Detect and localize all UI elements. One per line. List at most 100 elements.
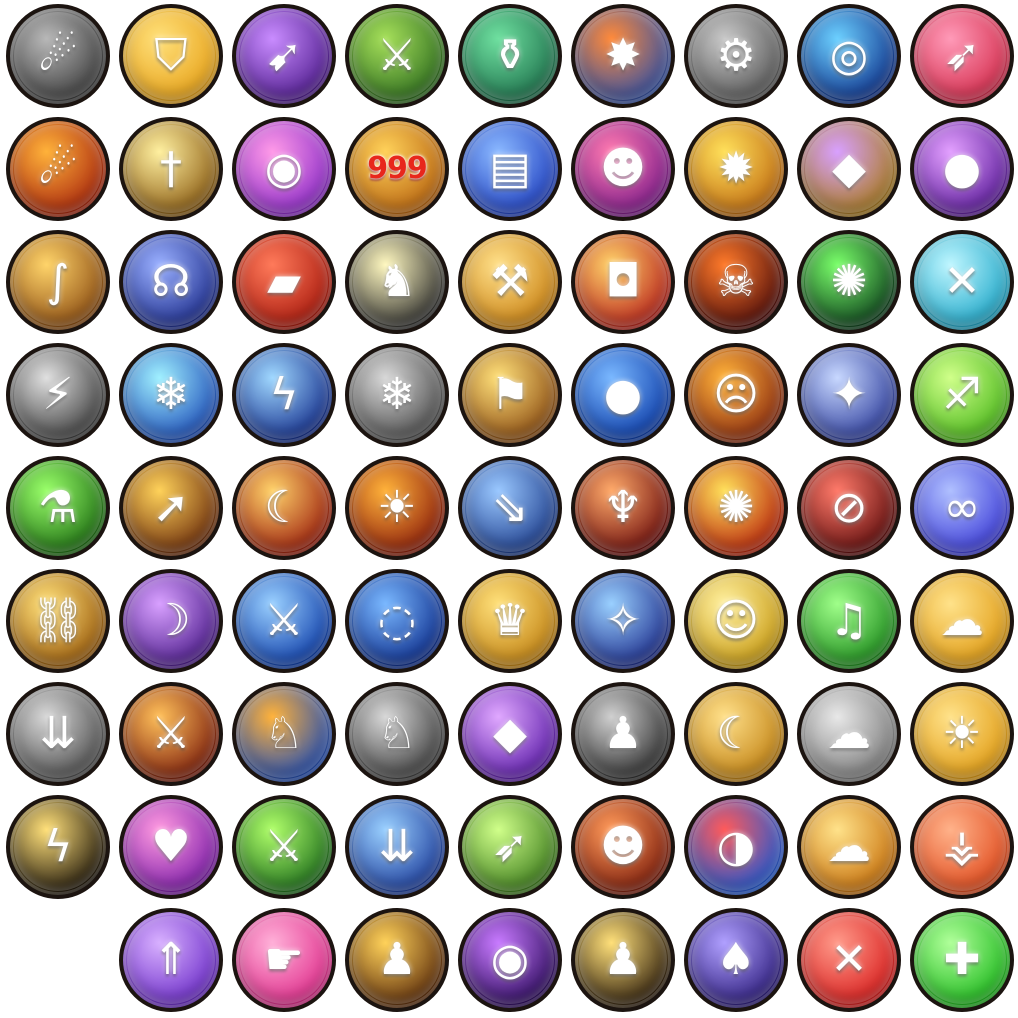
golden-bun-icon[interactable]: ☁ [910,569,1014,673]
twin-girls-icon[interactable]: ☻ [571,117,675,221]
purple-crystal-blade-icon[interactable]: ◆ [797,117,901,221]
icon-glyph: ◘ [605,256,641,307]
fire-golden-sword-icon[interactable]: ⚔ [119,682,223,786]
golden-steamer-buns-icon[interactable]: ☁ [797,795,901,899]
icon-glyph: ▰ [267,256,301,307]
grey-gear-mechanism-icon[interactable]: ⚙ [684,4,788,108]
icon-glyph: ⛓ [30,595,86,646]
pink-dagger-icon[interactable]: ➶ [910,4,1014,108]
shadow-army-grey-icon[interactable]: ♟ [571,682,675,786]
yellow-chick-icon[interactable]: ♞ [345,230,449,334]
blue-banner-burst-icon[interactable]: ⚑ [458,343,562,447]
purple-dagger-icon[interactable]: ☽ [119,569,223,673]
blue-cards-icon[interactable]: ▤ [458,117,562,221]
golden-crest-icon[interactable]: ♛ [458,569,562,673]
battle-axe-icon[interactable]: ⚒ [458,230,562,334]
icon-glyph: ☻ [600,821,646,872]
blue-lightning-orb-icon[interactable]: ☊ [119,230,223,334]
fire-burst-blue-icon[interactable]: ✸ [571,4,675,108]
icon-glyph: 999 [349,121,445,217]
icon-glyph: ∫ [46,256,70,307]
green-spear-swirl-icon[interactable]: ➶ [458,795,562,899]
golden-boomerang-icon[interactable]: ☾ [232,456,336,560]
orange-rune-icon[interactable]: ⚶ [910,795,1014,899]
red-blue-coin-icon[interactable]: ◑ [684,795,788,899]
icon-glyph: ♆ [603,482,643,533]
dragon-999-icon[interactable]: 999 [345,117,449,221]
ice-crystals-icon[interactable]: ❄ [119,343,223,447]
grey-rooster-icon[interactable]: ♘ [345,682,449,786]
blue-arrow-volley-icon[interactable]: ⇊ [345,795,449,899]
golden-bun-glow-icon[interactable]: ☀ [910,682,1014,786]
blue-shatter-strike-icon[interactable]: ✧ [571,569,675,673]
golden-shield-icon[interactable]: ⛉ [119,4,223,108]
fire-meteors-icon[interactable]: ☄ [6,117,110,221]
golden-lightning-icon[interactable]: ϟ [6,795,110,899]
blue-sabre-icon[interactable]: ⚔ [232,569,336,673]
blue-lightning-strike-icon[interactable]: ϟ [232,343,336,447]
cyan-cross-arrows-icon[interactable]: ✕ [910,230,1014,334]
golden-chains-icon[interactable]: ⛓ [6,569,110,673]
shuriken-spread-icon[interactable]: ✦ [797,343,901,447]
icon-glyph: ⇊ [378,821,416,872]
golden-explosion-icon[interactable]: ✹ [684,117,788,221]
purple-dark-vortex-icon[interactable]: ◉ [458,908,562,1012]
pink-hearts-fan-icon[interactable]: ♥ [119,795,223,899]
rooster-icon[interactable]: ♘ [232,682,336,786]
icon-glyph: ● [603,369,643,420]
red-crossed-swords-icon[interactable]: ✕ [797,908,901,1012]
icon-glyph: ⚔ [264,821,304,872]
blue-swirl-icon[interactable]: ∞ [910,456,1014,560]
golden-silhouette-icon[interactable]: ♟ [345,908,449,1012]
green-potion-splash-icon[interactable]: ⚗ [6,456,110,560]
golden-scimitar-icon[interactable]: ☾ [684,682,788,786]
grey-crystals-icon[interactable]: ❄ [345,343,449,447]
icon-glyph: ✕ [830,934,868,985]
icon-glyph: ● [942,143,982,194]
purple-cards-fan-icon[interactable]: ♠ [684,908,788,1012]
icon-glyph: ⚑ [490,369,530,420]
icon-glyph: ☾ [264,482,304,533]
barrel-icon[interactable]: ◘ [571,230,675,334]
falling-flames-grey-icon[interactable]: ☄ [6,4,110,108]
lollipop-candy-icon[interactable]: ◉ [232,117,336,221]
icon-glyph: ♘ [377,708,417,759]
blue-orb-strike-icon[interactable]: ● [571,343,675,447]
icon-glyph: ◉ [264,143,304,194]
purple-up-arrows-icon[interactable]: ⇑ [119,908,223,1012]
red-gear-face-icon[interactable]: ☻ [571,795,675,899]
golden-staff-icon[interactable]: ∫ [6,230,110,334]
golden-sword-icon[interactable]: † [119,117,223,221]
twin-halberds-icon[interactable]: ♆ [571,456,675,560]
grey-light-pillar-icon[interactable]: ⚡ [6,343,110,447]
angry-warrior-face-icon[interactable]: ☹ [684,343,788,447]
pink-bird-head-icon[interactable]: ☛ [232,908,336,1012]
shouting-boy-icon[interactable]: ☺ [684,569,788,673]
no-sword-icon[interactable]: ⊘ [797,456,901,560]
rocket-purple-icon[interactable]: ➹ [232,4,336,108]
green-heal-cross-icon[interactable]: ✚ [910,908,1014,1012]
blue-vortex-icon[interactable]: ◌ [345,569,449,673]
green-boot-icon[interactable]: ♐ [910,343,1014,447]
green-blade-fire-icon[interactable]: ⚔ [345,4,449,108]
shadow-army-golden-icon[interactable]: ♟ [571,908,675,1012]
icon-glyph: ☺ [713,595,759,646]
icon-glyph: ∞ [943,482,981,533]
fire-phoenix-icon[interactable]: ✺ [684,456,788,560]
green-horn-icon[interactable]: ♫ [797,569,901,673]
triple-spears-icon[interactable]: ⇘ [458,456,562,560]
icon-glyph: ☠ [716,256,756,307]
shadow-spider-icon[interactable]: ✺ [797,230,901,334]
demon-face-icon[interactable]: ☠ [684,230,788,334]
blue-whirlwind-icon[interactable]: ◎ [797,4,901,108]
grey-steamer-buns-icon[interactable]: ☁ [797,682,901,786]
purple-crystal-icon[interactable]: ◆ [458,682,562,786]
green-bottle-icon[interactable]: ⚱ [458,4,562,108]
red-brick-icon[interactable]: ▰ [232,230,336,334]
golden-spear-icon[interactable]: ➚ [119,456,223,560]
icon-glyph: ◉ [490,934,530,985]
green-golden-blade-icon[interactable]: ⚔ [232,795,336,899]
grey-arrow-rain-icon[interactable]: ⇊ [6,682,110,786]
dark-chick-silhouette-icon[interactable]: ● [910,117,1014,221]
fire-chick-screaming-icon[interactable]: ☀ [345,456,449,560]
